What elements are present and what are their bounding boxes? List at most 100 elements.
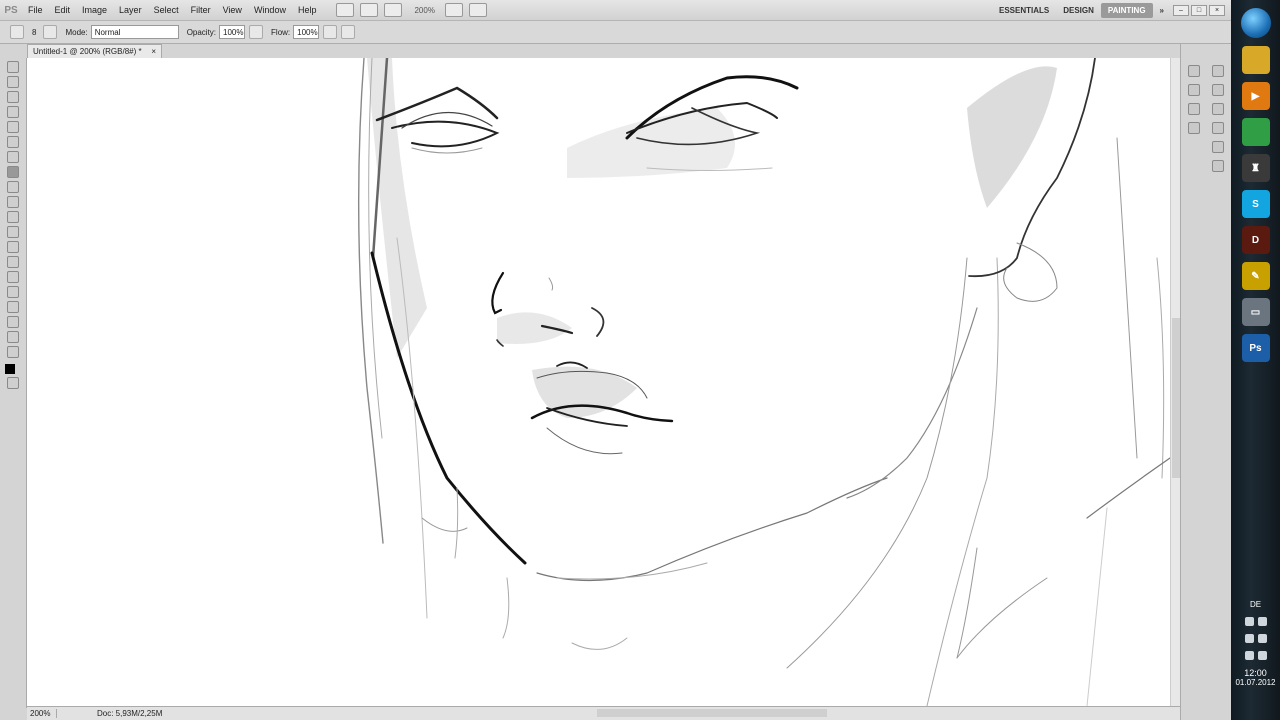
workspace-design[interactable]: DESIGN <box>1056 3 1101 18</box>
type-tool-icon[interactable] <box>7 286 19 298</box>
zoom-level-select[interactable]: 200% <box>410 5 438 16</box>
close-icon[interactable]: × <box>1209 4 1225 16</box>
status-bar: 200% Doc: 5,93M/2,25M <box>27 706 1180 720</box>
face-sketch <box>357 58 1170 706</box>
maximize-icon[interactable]: □ <box>1191 4 1207 16</box>
hand-tool-icon[interactable] <box>7 331 19 343</box>
airbrush-icon[interactable] <box>323 25 338 39</box>
bridge-button[interactable] <box>336 3 355 17</box>
workspace-painting[interactable]: PAINTING <box>1100 2 1153 18</box>
mini-bridge-button[interactable] <box>360 3 379 17</box>
document-title: Untitled-1 @ 200% (RGB/8#) * <box>33 47 142 56</box>
quick-select-tool-icon[interactable] <box>7 106 19 118</box>
flow-label: Flow: <box>271 27 291 37</box>
options-bar: 8 Mode: Normal Opacity: 100% Flow: 100% <box>0 21 1231 44</box>
taskbar-chrome-icon[interactable] <box>1241 118 1270 146</box>
blur-tool-icon[interactable] <box>7 241 19 253</box>
status-zoom[interactable]: 200% <box>27 709 57 718</box>
menu-window[interactable]: Window <box>248 5 292 15</box>
volume-icon[interactable] <box>1257 651 1267 660</box>
menu-layer[interactable]: Layer <box>113 5 148 15</box>
tool-presets-panel-icon[interactable] <box>1188 122 1200 134</box>
menu-help[interactable]: Help <box>292 5 323 15</box>
taskbar-world-of-tanks-icon[interactable]: ♜ <box>1241 154 1270 182</box>
taskbar-diablo-icon[interactable]: D <box>1241 226 1270 254</box>
vertical-scrollbar[interactable] <box>1170 58 1180 706</box>
taskbar-media-player-icon[interactable]: ▶ <box>1241 82 1270 110</box>
clock-date[interactable]: 01.07.2012 <box>1231 678 1280 687</box>
taskbar-skype-icon[interactable]: S <box>1241 190 1270 218</box>
menu-filter[interactable]: Filter <box>185 5 217 15</box>
clone-source-panel-icon[interactable] <box>1188 84 1200 96</box>
network-icon[interactable] <box>1257 634 1267 643</box>
view-extras-button[interactable] <box>384 3 403 17</box>
taskbar-photoshop-icon[interactable]: Ps <box>1241 334 1270 362</box>
show-hidden-icons-icon[interactable] <box>1244 617 1254 626</box>
brush-size-value[interactable]: 8 <box>32 28 36 37</box>
move-tool-icon[interactable] <box>7 61 19 73</box>
clock-time[interactable]: 12:00 <box>1231 668 1280 678</box>
taskbar-explorer-icon[interactable] <box>1241 46 1270 74</box>
pressure-size-icon[interactable] <box>341 25 356 39</box>
menu-view[interactable]: View <box>217 5 248 15</box>
eyedropper-tool-icon[interactable] <box>7 136 19 148</box>
vertical-scroll-thumb[interactable] <box>1172 318 1180 478</box>
dodge-tool-icon[interactable] <box>7 256 19 268</box>
pen-tool-icon[interactable] <box>7 271 19 283</box>
brush-preset-icon[interactable] <box>10 25 24 39</box>
menu-select[interactable]: Select <box>148 5 185 15</box>
battery-icon[interactable] <box>1244 651 1254 660</box>
channels-panel-icon[interactable] <box>1212 141 1224 153</box>
swatches-panel-icon[interactable] <box>1212 84 1224 96</box>
tools-panel <box>0 58 27 708</box>
gradient-tool-icon[interactable] <box>7 226 19 238</box>
crop-tool-icon[interactable] <box>7 121 19 133</box>
pressure-opacity-icon[interactable] <box>249 25 264 39</box>
start-button-icon[interactable] <box>1240 8 1271 38</box>
document-tab[interactable]: Untitled-1 @ 200% (RGB/8#) * × <box>27 44 162 58</box>
menu-edit[interactable]: Edit <box>49 5 77 15</box>
help-icon[interactable] <box>1257 617 1267 626</box>
zoom-tool-icon[interactable] <box>7 346 19 358</box>
more-workspaces-button[interactable]: » <box>1153 3 1171 18</box>
panel-column-right <box>1207 58 1229 179</box>
system-tray: DE 12:00 01.07.2012 <box>1231 600 1280 720</box>
clone-stamp-tool-icon[interactable] <box>7 181 19 193</box>
language-indicator[interactable]: DE <box>1231 600 1280 609</box>
taskbar-window-app-icon[interactable]: ▭ <box>1241 298 1270 326</box>
marquee-tool-icon[interactable] <box>7 76 19 88</box>
workspace-essentials[interactable]: ESSENTIALS <box>992 3 1056 18</box>
path-select-tool-icon[interactable] <box>7 301 19 313</box>
navigator-panel-icon[interactable] <box>1188 103 1200 115</box>
taskbar-pen-app-icon[interactable]: ✎ <box>1241 262 1270 290</box>
opacity-label: Opacity: <box>186 27 217 37</box>
adjustments-panel-icon[interactable] <box>1212 103 1224 115</box>
collapsed-panels <box>1180 44 1231 720</box>
flow-field[interactable]: 100% <box>293 25 320 39</box>
mode-select[interactable]: Normal <box>90 25 179 39</box>
horizontal-scroll-thumb[interactable] <box>597 709 827 717</box>
lasso-tool-icon[interactable] <box>7 91 19 103</box>
menu-file[interactable]: File <box>22 5 49 15</box>
quick-mask-icon[interactable] <box>7 377 19 389</box>
healing-brush-tool-icon[interactable] <box>7 151 19 163</box>
close-tab-icon[interactable]: × <box>151 47 156 56</box>
shape-tool-icon[interactable] <box>7 316 19 328</box>
menu-image[interactable]: Image <box>76 5 113 15</box>
color-panel-icon[interactable] <box>1212 65 1224 77</box>
arrange-documents-button[interactable] <box>444 3 463 17</box>
opacity-field[interactable]: 100% <box>219 25 246 39</box>
brush-panel-toggle-icon[interactable] <box>43 25 58 39</box>
brush-tool-icon[interactable] <box>7 166 19 178</box>
paths-panel-icon[interactable] <box>1212 160 1224 172</box>
eraser-tool-icon[interactable] <box>7 211 19 223</box>
history-brush-tool-icon[interactable] <box>7 196 19 208</box>
action-center-icon[interactable] <box>1244 634 1254 643</box>
taskbar-apps: ▶ ♜ S D ✎ ▭ Ps <box>1231 46 1280 362</box>
minimize-icon[interactable]: – <box>1173 4 1189 16</box>
brush-panel-icon[interactable] <box>1188 65 1200 77</box>
layers-panel-icon[interactable] <box>1212 122 1224 134</box>
screen-mode-button[interactable] <box>468 3 487 17</box>
canvas[interactable] <box>27 58 1170 706</box>
foreground-color-swatch[interactable] <box>5 364 15 374</box>
